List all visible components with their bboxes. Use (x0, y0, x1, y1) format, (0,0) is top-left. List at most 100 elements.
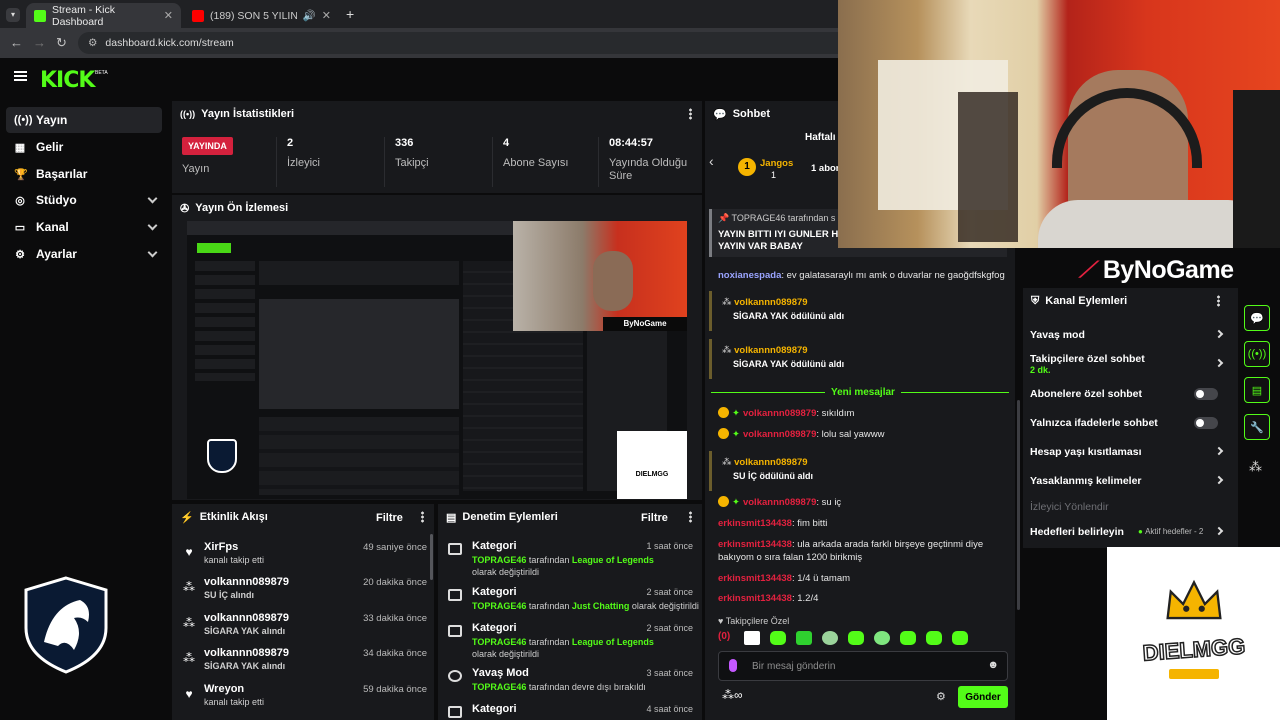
gear-icon: ⚙ (15, 248, 25, 261)
emote-icon[interactable] (900, 631, 916, 645)
emote-icon[interactable] (770, 631, 786, 645)
emoji-icon[interactable]: ☻ (987, 659, 999, 671)
filter-button[interactable]: Filtre (376, 512, 403, 524)
scrollbar[interactable] (430, 534, 433, 580)
chat-settings-icon[interactable]: ⚙ (936, 690, 946, 703)
moderation-panel: ▤ Denetim Eylemleri Filtre Kategori TOPR… (438, 504, 702, 720)
preview-video[interactable]: ByNoGame DIELMGG (187, 221, 687, 499)
points-balance-icon[interactable]: ⁂∞ (722, 688, 743, 702)
moderation-action: Kategori (472, 586, 517, 598)
more-options-icon[interactable] (1217, 295, 1220, 307)
chat-scrollbar[interactable] (1017, 400, 1020, 610)
webcam-overlay (838, 0, 1280, 248)
panel-header: ((•)) Yayın İstatistikleri (172, 101, 702, 127)
new-tab-button[interactable]: + (346, 6, 354, 22)
sidebar-item-kanal[interactable]: ▭ Kanal (6, 214, 162, 240)
reward-message: ⁂ volkannn089879 SİGARA YAK ödülünü aldı (709, 339, 1007, 379)
action-account-age[interactable]: Hesap yaşı kısıtlaması (1030, 446, 1230, 458)
layout-quick-button[interactable]: ▤ (1244, 377, 1270, 403)
url-text: dashboard.kick.com/stream (105, 37, 234, 49)
emote-icon[interactable] (874, 631, 890, 645)
kick-logo[interactable]: KICK (40, 68, 95, 93)
more-options-icon[interactable] (689, 511, 692, 523)
filter-button[interactable]: Filtre (641, 512, 668, 524)
send-button[interactable]: Gönder (958, 686, 1008, 708)
chat-input[interactable]: Bir mesaj gönderin ☻ (718, 651, 1008, 681)
site-info-icon[interactable]: ⚙ (88, 37, 97, 49)
stat-followers: 336 Takipçi (384, 137, 494, 187)
close-tab-icon[interactable]: ✕ (164, 9, 173, 22)
points-icon: ⁂ (183, 580, 195, 594)
activity-detail: SU İÇ alındı (204, 590, 255, 600)
sidebar-item-label: Yayın (36, 113, 68, 127)
followers-only-label: ♥ Takipçilere Özel (718, 616, 790, 626)
emote-icon[interactable] (822, 631, 838, 645)
sidebar-item-studyo[interactable]: ◎ Stüdyo (6, 187, 162, 213)
sidebar-item-gelir[interactable]: ▦ Gelir (6, 134, 162, 160)
action-slow-mode[interactable]: Yavaş mod (1030, 329, 1230, 341)
leaderboard-user[interactable]: Jangos (760, 158, 793, 169)
lightning-icon: ⚡ (180, 511, 194, 524)
chat-quick-button[interactable]: 💬 (1244, 305, 1270, 331)
trophy-icon: 🏆 (14, 168, 28, 181)
video-icon: ✇ (180, 202, 190, 215)
action-banned-words[interactable]: Yasaklanmış kelimeler (1030, 475, 1230, 487)
back-icon[interactable]: ← (10, 35, 23, 50)
broadcast-quick-button[interactable]: ((•)) (1244, 341, 1270, 367)
browser-tab-kick[interactable]: Stream - Kick Dashboard ✕ (26, 3, 181, 28)
emote-icon[interactable] (744, 631, 760, 645)
emote-icon[interactable] (952, 631, 968, 645)
more-options-icon[interactable] (421, 511, 424, 523)
emote-row: (0) (718, 631, 1008, 647)
emote-icon[interactable]: (0) (718, 631, 734, 645)
pin-icon: 📌 (718, 213, 732, 223)
more-options-icon[interactable] (689, 108, 692, 120)
points-icon[interactable]: ⁂ (1249, 459, 1262, 475)
speaker-icon: 🔊 (302, 10, 316, 22)
stat-value: 2 (287, 137, 294, 149)
chat-message: erkinsmit134438: ula arkada arada farklı… (718, 539, 984, 563)
activity-user[interactable]: XirFps (204, 541, 238, 553)
activity-user[interactable]: volkannn089879 (204, 647, 289, 659)
chevron-right-icon (1214, 446, 1224, 456)
toggle-switch[interactable] (1194, 417, 1218, 429)
sidebar-item-ayarlar[interactable]: ⚙ Ayarlar (6, 241, 162, 267)
heart-icon: ♥ (185, 545, 193, 559)
chat-message: ✦ volkannn089879: sıkıldım (718, 407, 1008, 420)
reload-icon[interactable]: ↻ (56, 35, 67, 51)
close-tab-icon[interactable]: ✕ (322, 9, 331, 22)
chat-message: erkinsmit134438: 1.2/4 (718, 593, 819, 604)
team-badge: DIELMGG (1107, 547, 1280, 720)
activity-user[interactable]: volkannn089879 (204, 576, 289, 588)
wrench-quick-button[interactable]: 🔧 (1244, 414, 1270, 440)
chat-input-placeholder: Bir mesaj gönderin (752, 661, 836, 672)
team-liquid-logo (24, 576, 108, 674)
activity-user[interactable]: volkannn089879 (204, 612, 289, 624)
action-goals[interactable]: Hedefleri belirleyin ● Aktif hedefler - 2 (1030, 526, 1230, 538)
emote-icon[interactable] (796, 631, 812, 645)
youtube-favicon-icon (192, 9, 204, 22)
moderation-action: Yavaş Mod (472, 667, 529, 679)
activity-feed-panel: ⚡ Etkinlik Akışı Filtre ♥ XirFps kanalı … (172, 504, 434, 720)
chevron-left-icon[interactable]: ‹ (709, 153, 714, 169)
emote-icon[interactable] (926, 631, 942, 645)
forward-icon[interactable]: → (33, 35, 46, 50)
sidebar-item-basarilar[interactable]: 🏆 Başarılar (6, 161, 162, 187)
leaderboard-count: 1 (771, 170, 777, 180)
emote-icon[interactable] (848, 631, 864, 645)
stat-value: 336 (395, 137, 414, 149)
action-raid: İzleyici Yönlendir (1030, 501, 1109, 513)
action-subscribers-only[interactable]: Abonelere özel sohbet (1030, 388, 1230, 400)
activity-user[interactable]: Wreyon (204, 683, 244, 695)
action-emotes-only[interactable]: Yalnızca ifadelerle sohbet (1030, 417, 1230, 429)
address-bar[interactable]: ⚙ dashboard.kick.com/stream (78, 32, 848, 54)
microphone-icon[interactable] (729, 659, 737, 672)
action-followers-only[interactable]: Takipçilere özel sohbet 2 dk. (1030, 353, 1230, 375)
menu-icon[interactable] (14, 71, 27, 81)
toggle-switch[interactable] (1194, 388, 1218, 400)
sidebar-item-yayin[interactable]: ((•)) Yayın (6, 107, 162, 133)
browser-tab-youtube[interactable]: (189) SON 5 YILIN EN BÜYÜ 🔊 ✕ (184, 3, 339, 28)
tab-search-button[interactable]: ▾ (6, 8, 20, 22)
category-icon (448, 543, 462, 555)
moderation-time: 2 saat önce (646, 587, 693, 597)
